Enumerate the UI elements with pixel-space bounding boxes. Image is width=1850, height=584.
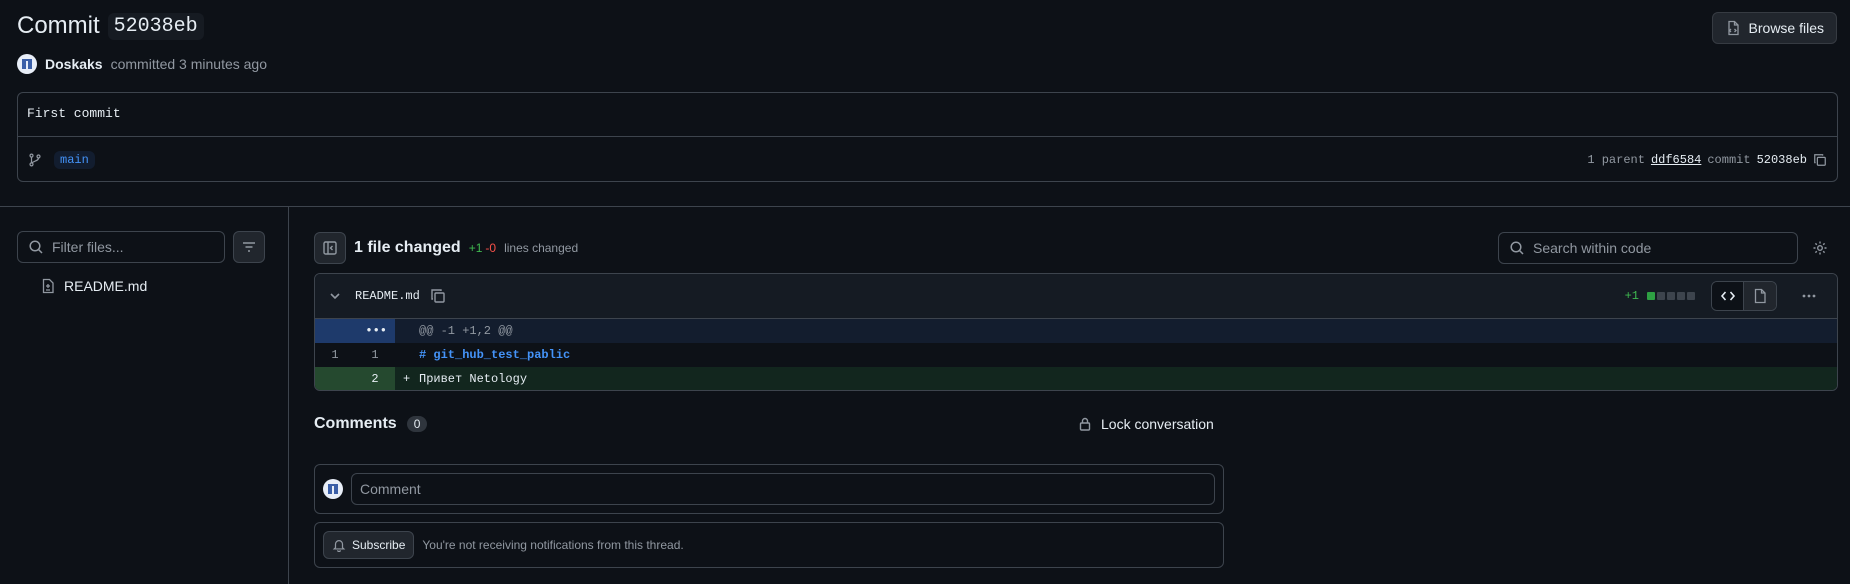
filter-files-input[interactable]: Filter files... [17, 231, 225, 263]
diff-actions: +1 [1625, 281, 1825, 311]
file-view-button[interactable] [1744, 282, 1776, 310]
sidebar-divider [288, 207, 289, 584]
file-view-icon [1752, 288, 1768, 304]
commit-sha: 52038eb [107, 12, 204, 40]
parent-sha-link[interactable]: ddf6584 [1651, 153, 1701, 167]
file-diff-header: README.md +1 [315, 274, 1837, 319]
diff-filename[interactable]: README.md [355, 289, 420, 303]
committed-text: committed 3 minutes ago [110, 56, 267, 72]
diff-line-code: + Привет Netology [395, 367, 1837, 390]
code-icon [1720, 288, 1736, 304]
kebab-icon[interactable] [1793, 282, 1825, 310]
diff-line-code: # git_hub_test_pablic [419, 348, 571, 362]
commit-sha-short: 52038eb [1756, 152, 1807, 167]
branch-label[interactable]: main [54, 150, 95, 169]
comment-composer: Comment [314, 464, 1224, 514]
branch-icon [28, 153, 42, 167]
diff-additions: +1 [1624, 289, 1639, 303]
title-prefix: Commit [17, 12, 100, 39]
commit-message-box: First commit main 1 parent ddf6584 commi… [17, 92, 1838, 182]
subscription-box: Subscribe You're not receiving notificat… [314, 522, 1224, 568]
deletions-count: -0 [485, 241, 497, 255]
filter-icon [241, 239, 257, 255]
filter-files-placeholder: Filter files... [52, 239, 124, 255]
comment-input[interactable]: Comment [351, 473, 1215, 505]
browse-files-label: Browse files [1748, 20, 1824, 36]
commit-author-line: Doskaks committed 3 minutes ago [17, 54, 267, 74]
hunk-header-row: ••• @@ -1 +1,2 @@ [315, 319, 1837, 343]
toggle-sidebar-button[interactable] [314, 232, 346, 264]
expand-hunk-button[interactable]: ••• [315, 319, 395, 343]
subscribe-button[interactable]: Subscribe [323, 531, 415, 559]
gear-icon[interactable] [1812, 240, 1828, 256]
copy-icon[interactable] [1813, 153, 1827, 167]
diff-line-text: Привет Netology [419, 372, 528, 386]
search-icon [28, 239, 44, 255]
avatar[interactable] [17, 54, 37, 74]
new-line-number[interactable]: 2 [355, 372, 395, 386]
sidebar-toggle-icon [322, 240, 338, 256]
diff-line-added: 2 + Привет Netology [315, 367, 1837, 390]
view-toggle [1711, 281, 1777, 311]
filter-options-button[interactable] [233, 231, 265, 263]
files-changed: 1 file changed [354, 239, 461, 256]
file-tree-item[interactable]: README.md [40, 278, 147, 294]
comments-heading: Comments 0 [314, 415, 428, 433]
diff-summary: 1 file changed +1 -0 lines changed [354, 239, 578, 257]
parent-info: 1 parent ddf6584 commit 52038eb [1587, 153, 1827, 167]
hunk-header: @@ -1 +1,2 @@ [419, 324, 513, 338]
subscription-note: You're not receiving notifications from … [422, 538, 684, 552]
bell-icon [332, 538, 346, 552]
file-diff-icon [1725, 20, 1741, 36]
file-icon [40, 278, 56, 294]
comments-count: 0 [406, 416, 428, 432]
subscribe-label: Subscribe [352, 538, 406, 552]
parent-label: 1 parent [1587, 152, 1645, 167]
diffstat-blocks [1647, 292, 1695, 300]
diff-sign: + [403, 372, 411, 386]
search-within-code-placeholder: Search within code [1533, 240, 1652, 256]
copy-icon[interactable] [430, 288, 446, 304]
chevron-down-icon[interactable] [327, 288, 343, 304]
lock-conversation-button[interactable]: Lock conversation [1077, 416, 1214, 432]
search-within-code-input[interactable]: Search within code [1498, 232, 1798, 264]
commit-message: First commit [18, 93, 1837, 137]
old-line-number[interactable]: 1 [315, 348, 355, 362]
search-icon [1509, 240, 1525, 256]
diff-line: 1 1 # git_hub_test_pablic [315, 343, 1837, 367]
browse-files-button[interactable]: Browse files [1711, 12, 1837, 44]
new-line-number[interactable]: 1 [355, 348, 395, 362]
file-tree-item-label: README.md [64, 278, 148, 294]
avatar [323, 479, 343, 499]
file-diff: README.md +1 ••• @@ -1 +1,2 @@ 1 1 # git… [314, 273, 1838, 391]
lock-conversation-label: Lock conversation [1101, 416, 1214, 432]
author-name[interactable]: Doskaks [45, 56, 103, 72]
divider [0, 206, 1850, 207]
lines-changed-label: lines changed [504, 241, 579, 255]
commit-label: commit [1707, 152, 1751, 167]
comment-placeholder: Comment [360, 481, 421, 497]
comments-title: Comments [314, 415, 397, 432]
page-title: Commit 52038eb [17, 12, 204, 40]
line-numbers: 2 [315, 367, 395, 390]
lock-icon [1077, 416, 1093, 432]
additions-count: +1 [468, 241, 483, 255]
code-view-button[interactable] [1712, 282, 1744, 310]
commit-meta: main 1 parent ddf6584 commit 52038eb [18, 137, 1837, 182]
